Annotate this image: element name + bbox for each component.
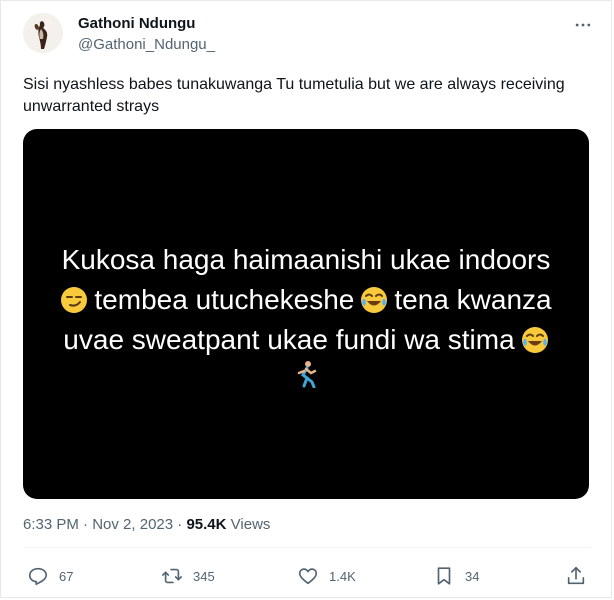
reply-button[interactable]: 67 <box>27 561 73 591</box>
media-text-line-3: uvae sweatpant ukae fundi wa stima <box>63 320 548 360</box>
meta-separator: · <box>177 516 183 533</box>
tweet-time[interactable]: 6:33 PM <box>23 516 79 533</box>
views-label: Views <box>230 516 271 533</box>
meta-separator: · <box>83 516 89 533</box>
tweet-card: Gathoni Ndungu @Gathoni_Ndungu_ Sisi nya… <box>0 0 612 598</box>
media-text-line-1: Kukosa haga haimaanishi ukae indoors <box>62 240 551 280</box>
avatar[interactable] <box>23 13 63 53</box>
tweet-date[interactable]: Nov 2, 2023 <box>92 516 173 533</box>
bookmark-button[interactable]: 34 <box>433 561 479 591</box>
media-text-3: uvae sweatpant ukae fundi wa stima <box>63 324 515 355</box>
smirk-emoji-icon <box>61 287 88 313</box>
divider <box>23 547 591 548</box>
reply-icon <box>28 567 48 586</box>
media-text-2b: tena kwanza <box>394 284 552 315</box>
share-icon <box>567 566 585 585</box>
avatar-image <box>23 13 63 53</box>
bookmark-count: 34 <box>465 568 480 584</box>
bookmark-icon <box>437 567 451 585</box>
more-icon <box>575 23 591 27</box>
author-name[interactable]: Gathoni Ndungu <box>78 15 215 33</box>
media-text-line-2: tembea utuchekeshe tena kwanza <box>60 280 552 320</box>
heart-icon <box>298 568 318 585</box>
reply-count: 67 <box>59 568 74 584</box>
running-person-emoji-icon <box>297 361 317 388</box>
action-bar: 67 345 1.4K 34 <box>23 561 595 591</box>
media-text-1: Kukosa haga haimaanishi ukae indoors <box>61 244 551 275</box>
tears-of-joy-emoji-icon <box>521 327 548 353</box>
tweet-meta: 6:33 PM · Nov 2, 2023 · 95.4K Views <box>23 515 270 535</box>
like-button[interactable]: 1.4K <box>297 561 356 591</box>
like-count: 1.4K <box>329 568 356 584</box>
retweet-icon <box>162 568 182 584</box>
media-image[interactable]: Kukosa haga haimaanishi ukae indoors tem… <box>23 129 589 499</box>
tears-of-joy-emoji-icon <box>361 287 388 313</box>
retweet-button[interactable]: 345 <box>161 561 215 591</box>
more-button[interactable] <box>571 13 595 37</box>
retweet-count: 345 <box>193 568 215 584</box>
media-text-2a: tembea utuchekeshe <box>94 284 355 315</box>
share-button[interactable] <box>565 561 587 591</box>
tweet-text: Sisi nyashless babes tunakuwanga Tu tume… <box>23 76 565 115</box>
media-text-line-4 <box>294 360 318 388</box>
author-handle[interactable]: @Gathoni_Ndungu_ <box>78 36 215 54</box>
author-block: Gathoni Ndungu @Gathoni_Ndungu_ <box>78 15 215 54</box>
views-count: 95.4K <box>186 516 227 533</box>
